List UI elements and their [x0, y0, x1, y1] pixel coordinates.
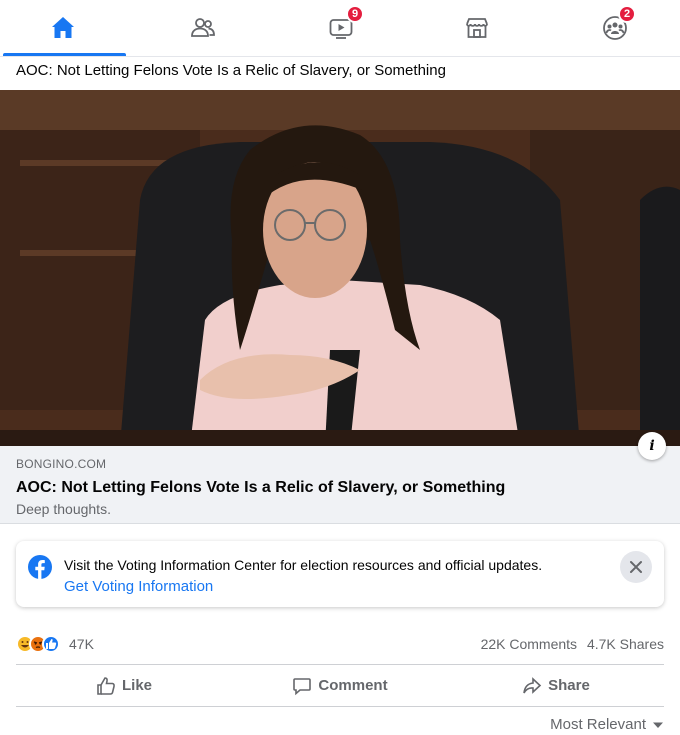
- like-reaction-icon: [42, 635, 60, 653]
- friends-icon: [191, 18, 215, 37]
- voting-info-link[interactable]: Get Voting Information: [64, 578, 213, 595]
- action-bar: Like Comment Share: [16, 664, 664, 707]
- voting-info-card: Visit the Voting Information Center for …: [16, 541, 664, 607]
- thumbs-up-icon: [97, 676, 115, 695]
- reaction-count: 47K: [69, 636, 94, 652]
- nav-tab-marketplace[interactable]: [414, 0, 540, 56]
- link-domain: BONGINO.COM: [16, 457, 107, 471]
- comment-icon: [293, 677, 312, 695]
- facebook-logo-icon: [28, 555, 52, 579]
- link-title[interactable]: AOC: Not Letting Felons Vote Is a Relic …: [16, 479, 664, 497]
- nav-tab-home[interactable]: [0, 0, 126, 56]
- share-button[interactable]: Share: [448, 665, 664, 706]
- reaction-summary[interactable]: 47K: [16, 633, 94, 655]
- engagement-stats: 22K Comments 4.7K Shares: [475, 636, 664, 652]
- groups-badge: 2: [618, 5, 636, 23]
- nav-tab-watch[interactable]: 9: [278, 0, 404, 56]
- nav-tab-groups[interactable]: 2: [552, 0, 678, 56]
- post-image[interactable]: [0, 90, 680, 446]
- caret-down-icon: [653, 722, 663, 728]
- sort-label: Most Relevant: [550, 716, 646, 733]
- share-label: Share: [548, 677, 590, 694]
- marketplace-icon: [466, 18, 488, 38]
- top-navigation: 9 2: [0, 0, 680, 57]
- nav-tab-friends[interactable]: [140, 0, 266, 56]
- comments-count[interactable]: 22K Comments: [481, 636, 577, 652]
- post-text: AOC: Not Letting Felons Vote Is a Relic …: [16, 62, 446, 79]
- link-preview[interactable]: BONGINO.COM AOC: Not Letting Felons Vote…: [0, 446, 680, 524]
- home-icon: [52, 17, 74, 38]
- link-description: Deep thoughts.: [16, 501, 111, 517]
- close-icon: [630, 561, 642, 573]
- close-button[interactable]: [620, 551, 652, 583]
- like-button[interactable]: Like: [16, 665, 232, 706]
- shares-count[interactable]: 4.7K Shares: [587, 636, 664, 652]
- comment-sort-dropdown[interactable]: Most Relevant: [550, 716, 664, 733]
- post-photo: [0, 90, 680, 446]
- voting-info-text: Visit the Voting Information Center for …: [64, 557, 543, 573]
- info-icon[interactable]: i: [638, 432, 666, 460]
- comment-label: Comment: [318, 677, 388, 694]
- watch-badge: 9: [346, 5, 364, 23]
- share-icon: [523, 676, 542, 694]
- like-label: Like: [121, 677, 152, 694]
- comment-button[interactable]: Comment: [232, 665, 448, 706]
